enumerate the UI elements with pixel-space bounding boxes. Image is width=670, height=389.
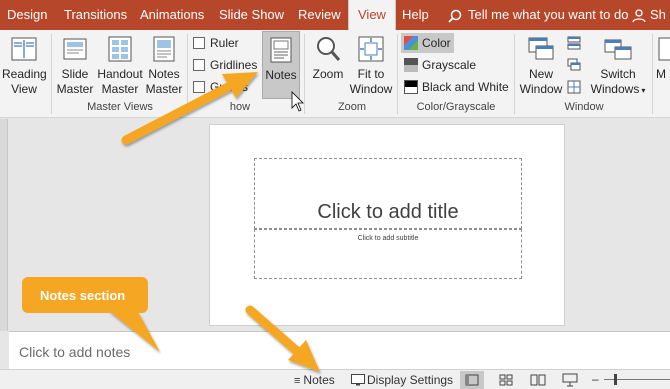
notes-section-callout: Notes section <box>22 277 148 313</box>
arrow-to-status-notes <box>245 305 303 357</box>
annotation-arrows <box>108 72 320 372</box>
arrow-to-notes-button <box>121 81 235 145</box>
mouse-cursor-icon <box>291 91 304 112</box>
callout-text: Notes section <box>40 288 126 303</box>
callout-tail <box>108 310 160 352</box>
